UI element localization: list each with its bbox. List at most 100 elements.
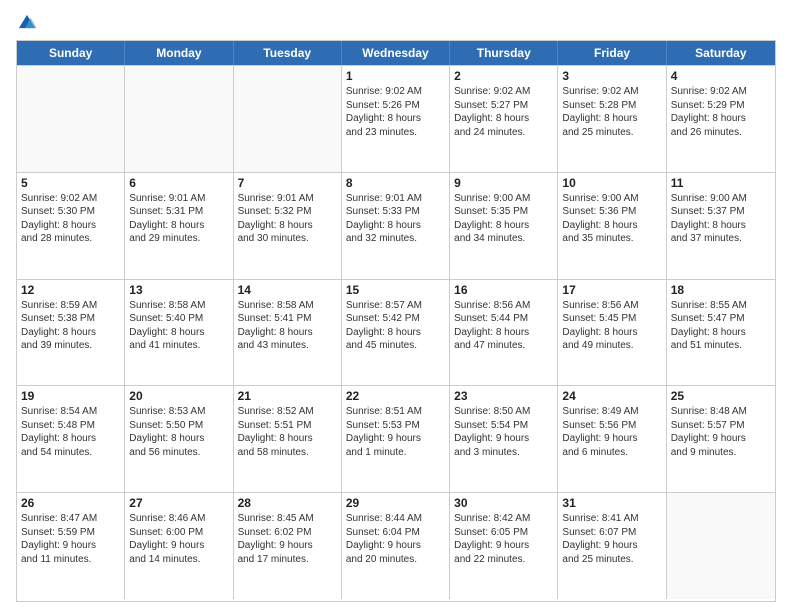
cell-line: Daylight: 8 hours [238,326,337,340]
cell-line: Sunset: 5:48 PM [21,419,120,433]
day-cell-17: 17Sunrise: 8:56 AMSunset: 5:45 PMDayligh… [558,280,666,386]
calendar-row-1: 5Sunrise: 9:02 AMSunset: 5:30 PMDaylight… [17,172,775,279]
cell-line: Sunset: 5:28 PM [562,99,661,113]
cell-line: Daylight: 9 hours [346,539,445,553]
cell-line: Sunset: 6:02 PM [238,526,337,540]
cell-line: and 43 minutes. [238,339,337,353]
cell-line: Daylight: 8 hours [454,326,553,340]
empty-cell [125,66,233,172]
cell-line: and 11 minutes. [21,553,120,567]
day-cell-31: 31Sunrise: 8:41 AMSunset: 6:07 PMDayligh… [558,493,666,599]
cell-line: Sunset: 5:47 PM [671,312,771,326]
day-number: 13 [129,283,228,297]
cell-line: Sunrise: 9:01 AM [129,192,228,206]
cell-line: and 29 minutes. [129,232,228,246]
cell-line: and 56 minutes. [129,446,228,460]
cell-line: and 26 minutes. [671,126,771,140]
cell-line: Sunrise: 8:49 AM [562,405,661,419]
cell-line: and 54 minutes. [21,446,120,460]
header-day-friday: Friday [558,41,666,65]
cell-line: Sunset: 5:57 PM [671,419,771,433]
cell-line: Sunrise: 8:52 AM [238,405,337,419]
day-cell-18: 18Sunrise: 8:55 AMSunset: 5:47 PMDayligh… [667,280,775,386]
cell-line: Sunset: 5:35 PM [454,205,553,219]
cell-line: Sunrise: 9:01 AM [346,192,445,206]
cell-line: Daylight: 8 hours [21,219,120,233]
day-cell-16: 16Sunrise: 8:56 AMSunset: 5:44 PMDayligh… [450,280,558,386]
calendar-body: 1Sunrise: 9:02 AMSunset: 5:26 PMDaylight… [17,65,775,599]
cell-line: Sunrise: 8:51 AM [346,405,445,419]
cell-line: Sunrise: 9:02 AM [346,85,445,99]
cell-line: Sunrise: 8:41 AM [562,512,661,526]
day-cell-8: 8Sunrise: 9:01 AMSunset: 5:33 PMDaylight… [342,173,450,279]
cell-line: Sunset: 5:38 PM [21,312,120,326]
cell-line: and 3 minutes. [454,446,553,460]
day-number: 31 [562,496,661,510]
header-day-monday: Monday [125,41,233,65]
day-cell-30: 30Sunrise: 8:42 AMSunset: 6:05 PMDayligh… [450,493,558,599]
cell-line: Sunrise: 8:48 AM [671,405,771,419]
day-number: 6 [129,176,228,190]
cell-line: Sunset: 5:51 PM [238,419,337,433]
cell-line: Daylight: 9 hours [562,432,661,446]
day-number: 15 [346,283,445,297]
cell-line: Daylight: 8 hours [454,112,553,126]
header [16,12,776,34]
cell-line: Sunset: 5:50 PM [129,419,228,433]
cell-line: Daylight: 8 hours [562,219,661,233]
cell-line: Sunrise: 9:00 AM [671,192,771,206]
calendar-row-0: 1Sunrise: 9:02 AMSunset: 5:26 PMDaylight… [17,65,775,172]
cell-line: Sunset: 5:40 PM [129,312,228,326]
day-cell-14: 14Sunrise: 8:58 AMSunset: 5:41 PMDayligh… [234,280,342,386]
day-number: 5 [21,176,120,190]
cell-line: Daylight: 8 hours [346,326,445,340]
day-number: 27 [129,496,228,510]
day-cell-29: 29Sunrise: 8:44 AMSunset: 6:04 PMDayligh… [342,493,450,599]
day-number: 7 [238,176,337,190]
cell-line: Sunrise: 9:00 AM [454,192,553,206]
cell-line: Sunset: 6:04 PM [346,526,445,540]
cell-line: Sunrise: 9:02 AM [562,85,661,99]
day-cell-20: 20Sunrise: 8:53 AMSunset: 5:50 PMDayligh… [125,386,233,492]
cell-line: and 49 minutes. [562,339,661,353]
cell-line: Sunrise: 9:02 AM [454,85,553,99]
cell-line: Sunset: 5:27 PM [454,99,553,113]
cell-line: Daylight: 8 hours [346,112,445,126]
cell-line: Sunset: 5:54 PM [454,419,553,433]
cell-line: and 22 minutes. [454,553,553,567]
cell-line: Sunrise: 8:55 AM [671,299,771,313]
cell-line: Sunrise: 8:53 AM [129,405,228,419]
day-number: 11 [671,176,771,190]
day-cell-2: 2 Sunrise: 9:02 AMSunset: 5:27 PMDaylight… [450,66,558,172]
cell-line: Sunrise: 8:56 AM [562,299,661,313]
day-cell-25: 25Sunrise: 8:48 AMSunset: 5:57 PMDayligh… [667,386,775,492]
calendar-row-3: 19Sunrise: 8:54 AMSunset: 5:48 PMDayligh… [17,385,775,492]
cell-line: and 9 minutes. [671,446,771,460]
cell-line: Sunrise: 8:46 AM [129,512,228,526]
day-cell-19: 19Sunrise: 8:54 AMSunset: 5:48 PMDayligh… [17,386,125,492]
cell-line: Sunrise: 8:59 AM [21,299,120,313]
cell-line: Daylight: 9 hours [21,539,120,553]
calendar: SundayMondayTuesdayWednesdayThursdayFrid… [16,40,776,602]
day-number: 2 [454,69,553,83]
day-number: 24 [562,389,661,403]
cell-line: Sunset: 6:07 PM [562,526,661,540]
header-day-sunday: Sunday [17,41,125,65]
cell-line: Sunrise: 8:56 AM [454,299,553,313]
cell-line: Daylight: 8 hours [129,219,228,233]
page: SundayMondayTuesdayWednesdayThursdayFrid… [0,0,792,612]
header-day-wednesday: Wednesday [342,41,450,65]
cell-line: Sunrise: 9:02 AM [671,85,771,99]
calendar-row-2: 12Sunrise: 8:59 AMSunset: 5:38 PMDayligh… [17,279,775,386]
day-number: 20 [129,389,228,403]
cell-line: and 47 minutes. [454,339,553,353]
cell-line: Sunset: 5:32 PM [238,205,337,219]
cell-line: Daylight: 9 hours [671,432,771,446]
cell-line: Daylight: 8 hours [562,326,661,340]
day-number: 26 [21,496,120,510]
cell-line: and 45 minutes. [346,339,445,353]
cell-line: Sunset: 5:29 PM [671,99,771,113]
calendar-header: SundayMondayTuesdayWednesdayThursdayFrid… [17,41,775,65]
day-cell-9: 9Sunrise: 9:00 AMSunset: 5:35 PMDaylight… [450,173,558,279]
day-number: 28 [238,496,337,510]
